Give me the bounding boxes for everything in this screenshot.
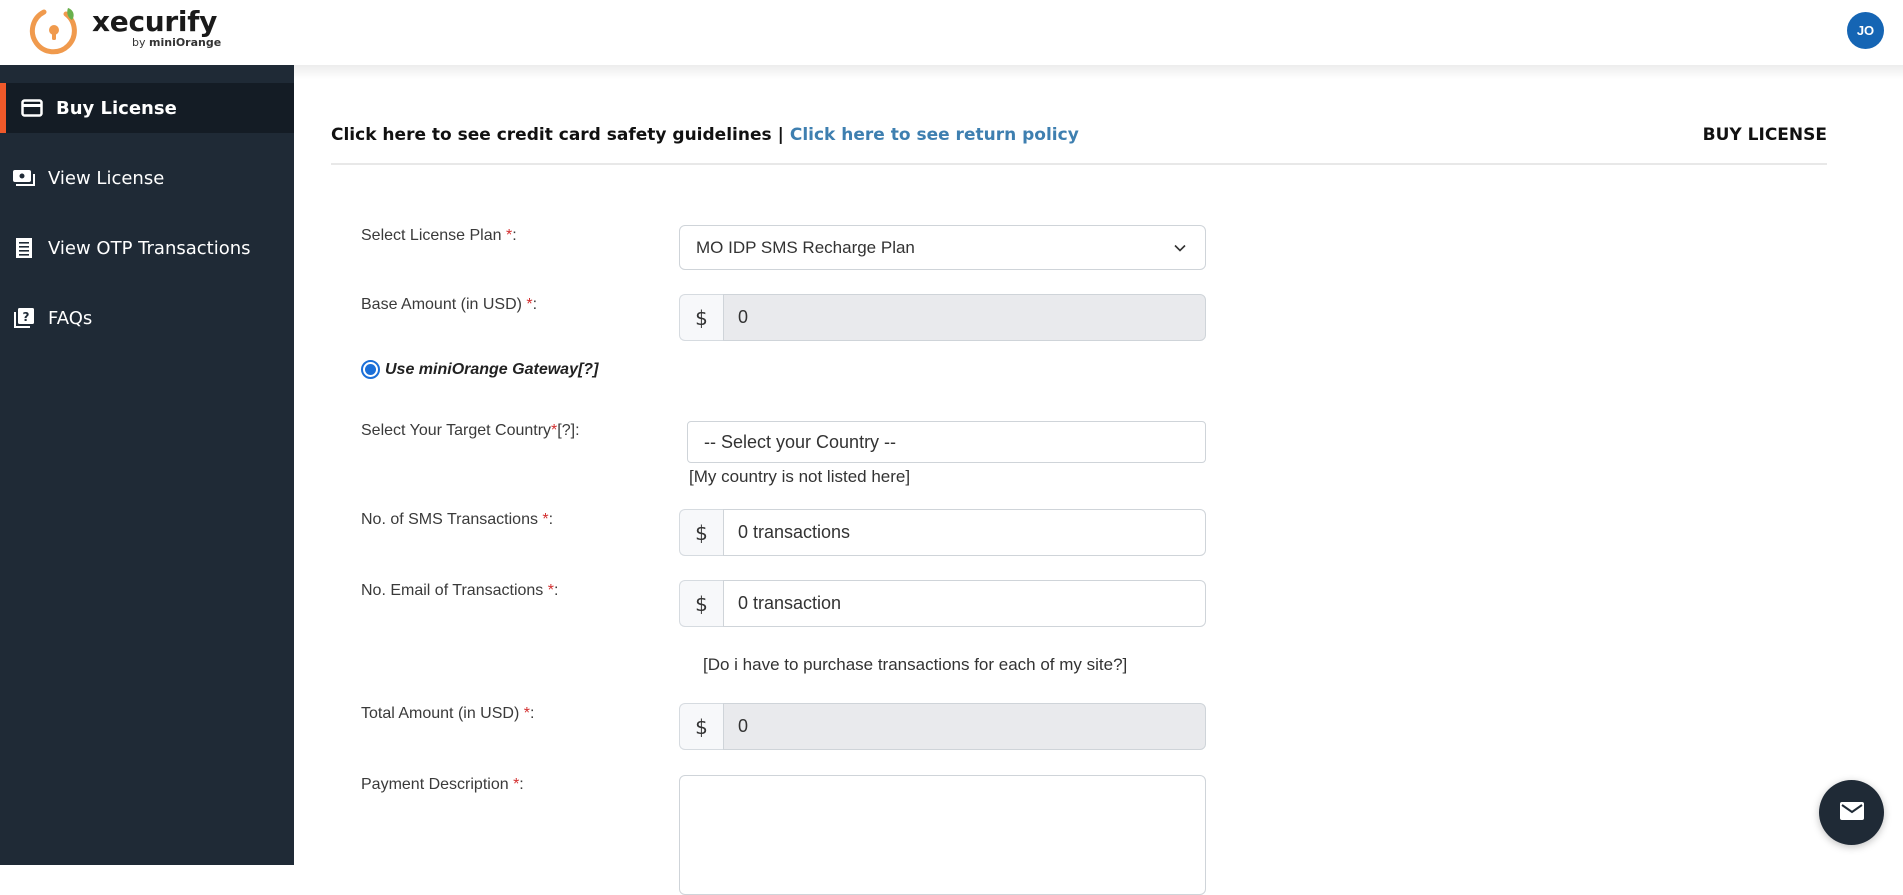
label-suffix: : <box>549 511 553 528</box>
gateway-option[interactable]: Use miniOrange Gateway[?] <box>361 360 598 379</box>
logo-keyhole-icon <box>28 4 80 56</box>
sidebar-item-label: FAQs <box>48 308 92 329</box>
email-transactions-label: No. Email of Transactions *: <box>361 582 558 600</box>
gateway-radio-label[interactable]: Use miniOrange Gateway[?] <box>385 361 598 379</box>
label-suffix: : <box>554 582 558 599</box>
mail-icon <box>1839 801 1865 825</box>
dollar-addon: $ <box>679 294 723 341</box>
sidebar-item-label: Buy License <box>56 98 177 119</box>
main-top-shadow <box>294 65 1903 79</box>
email-transactions-group: $ 0 transaction <box>679 580 1206 627</box>
label-text: Total Amount (in USD) <box>361 705 524 722</box>
license-icon <box>12 166 36 190</box>
main-content: Click here to see credit card safety gui… <box>294 65 1903 865</box>
country-help-link[interactable]: [?]: <box>557 422 579 439</box>
svg-text:?: ? <box>23 310 30 324</box>
payment-description-label: Payment Description *: <box>361 776 524 794</box>
credit-card-icon <box>20 96 44 120</box>
xecurify-logo[interactable]: xecurify by miniOrange <box>28 4 221 56</box>
sidebar-item-label: View OTP Transactions <box>48 238 251 259</box>
base-amount-group: $ 0 <box>679 294 1206 341</box>
payment-description-textarea[interactable] <box>679 775 1206 895</box>
label-suffix: : <box>533 296 537 313</box>
country-not-listed-link[interactable]: [My country is not listed here] <box>689 467 910 487</box>
license-plan-select[interactable]: MO IDP SMS Recharge Plan <box>679 225 1206 270</box>
label-text: Base Amount (in USD) <box>361 296 526 313</box>
total-amount-label: Total Amount (in USD) *: <box>361 705 534 723</box>
contact-support-button[interactable] <box>1819 780 1884 845</box>
sidebar: Buy License View License View OTP Transa… <box>0 65 294 865</box>
label-text: Select License Plan <box>361 227 506 244</box>
radio-selected-dot <box>365 364 376 375</box>
base-amount-label: Base Amount (in USD) *: <box>361 296 537 314</box>
chevron-down-icon <box>1173 240 1187 260</box>
dollar-addon: $ <box>679 703 723 750</box>
faq-icon: ? <box>12 306 36 330</box>
page-header: Click here to see credit card safety gui… <box>331 115 1827 155</box>
sidebar-item-view-license[interactable]: View License <box>0 153 294 203</box>
logo-name: xecurify <box>92 4 221 40</box>
per-site-help-link[interactable]: [Do i have to purchase transactions for … <box>703 655 1127 675</box>
label-suffix: : <box>512 227 516 244</box>
sms-transactions-label: No. of SMS Transactions *: <box>361 511 553 529</box>
total-amount-group: $ 0 <box>679 703 1206 750</box>
top-bar: xecurify by miniOrange JO <box>0 0 1903 65</box>
logo-by-line: by miniOrange <box>132 36 221 49</box>
label-text: Payment Description <box>361 776 513 793</box>
dollar-addon: $ <box>679 580 723 627</box>
label-text: No. Email of Transactions <box>361 582 548 599</box>
credit-card-safety-link[interactable]: Click here to see credit card safety gui… <box>331 125 772 145</box>
sidebar-item-faqs[interactable]: ? FAQs <box>0 293 294 343</box>
sidebar-item-view-otp-transactions[interactable]: View OTP Transactions <box>0 223 294 273</box>
total-amount-input: 0 <box>723 703 1206 750</box>
header-divider <box>331 163 1827 165</box>
country-select[interactable]: -- Select your Country -- <box>687 421 1206 463</box>
sidebar-item-buy-license[interactable]: Buy License <box>0 83 294 133</box>
dollar-addon: $ <box>679 509 723 556</box>
return-policy-link[interactable]: Click here to see return policy <box>790 125 1079 145</box>
logo-by: by <box>132 36 146 49</box>
header-separator: | <box>778 125 784 145</box>
label-text: Select Your Target Country <box>361 422 551 439</box>
sms-transactions-group: $ 0 transactions <box>679 509 1206 556</box>
gateway-radio[interactable] <box>361 360 380 379</box>
receipt-icon <box>12 236 36 260</box>
user-avatar[interactable]: JO <box>1847 12 1884 49</box>
page-title: BUY LICENSE <box>1703 125 1827 145</box>
target-country-label: Select Your Target Country*[?]: <box>361 422 580 440</box>
sidebar-item-label: View License <box>48 168 164 189</box>
email-transactions-input[interactable]: 0 transaction <box>723 580 1206 627</box>
license-plan-label: Select License Plan *: <box>361 227 517 245</box>
label-suffix: : <box>530 705 534 722</box>
label-suffix: : <box>519 776 523 793</box>
sms-transactions-input[interactable]: 0 transactions <box>723 509 1206 556</box>
base-amount-input: 0 <box>723 294 1206 341</box>
license-plan-value: MO IDP SMS Recharge Plan <box>696 238 915 258</box>
logo-brand: miniOrange <box>149 36 221 49</box>
label-text: No. of SMS Transactions <box>361 511 542 528</box>
